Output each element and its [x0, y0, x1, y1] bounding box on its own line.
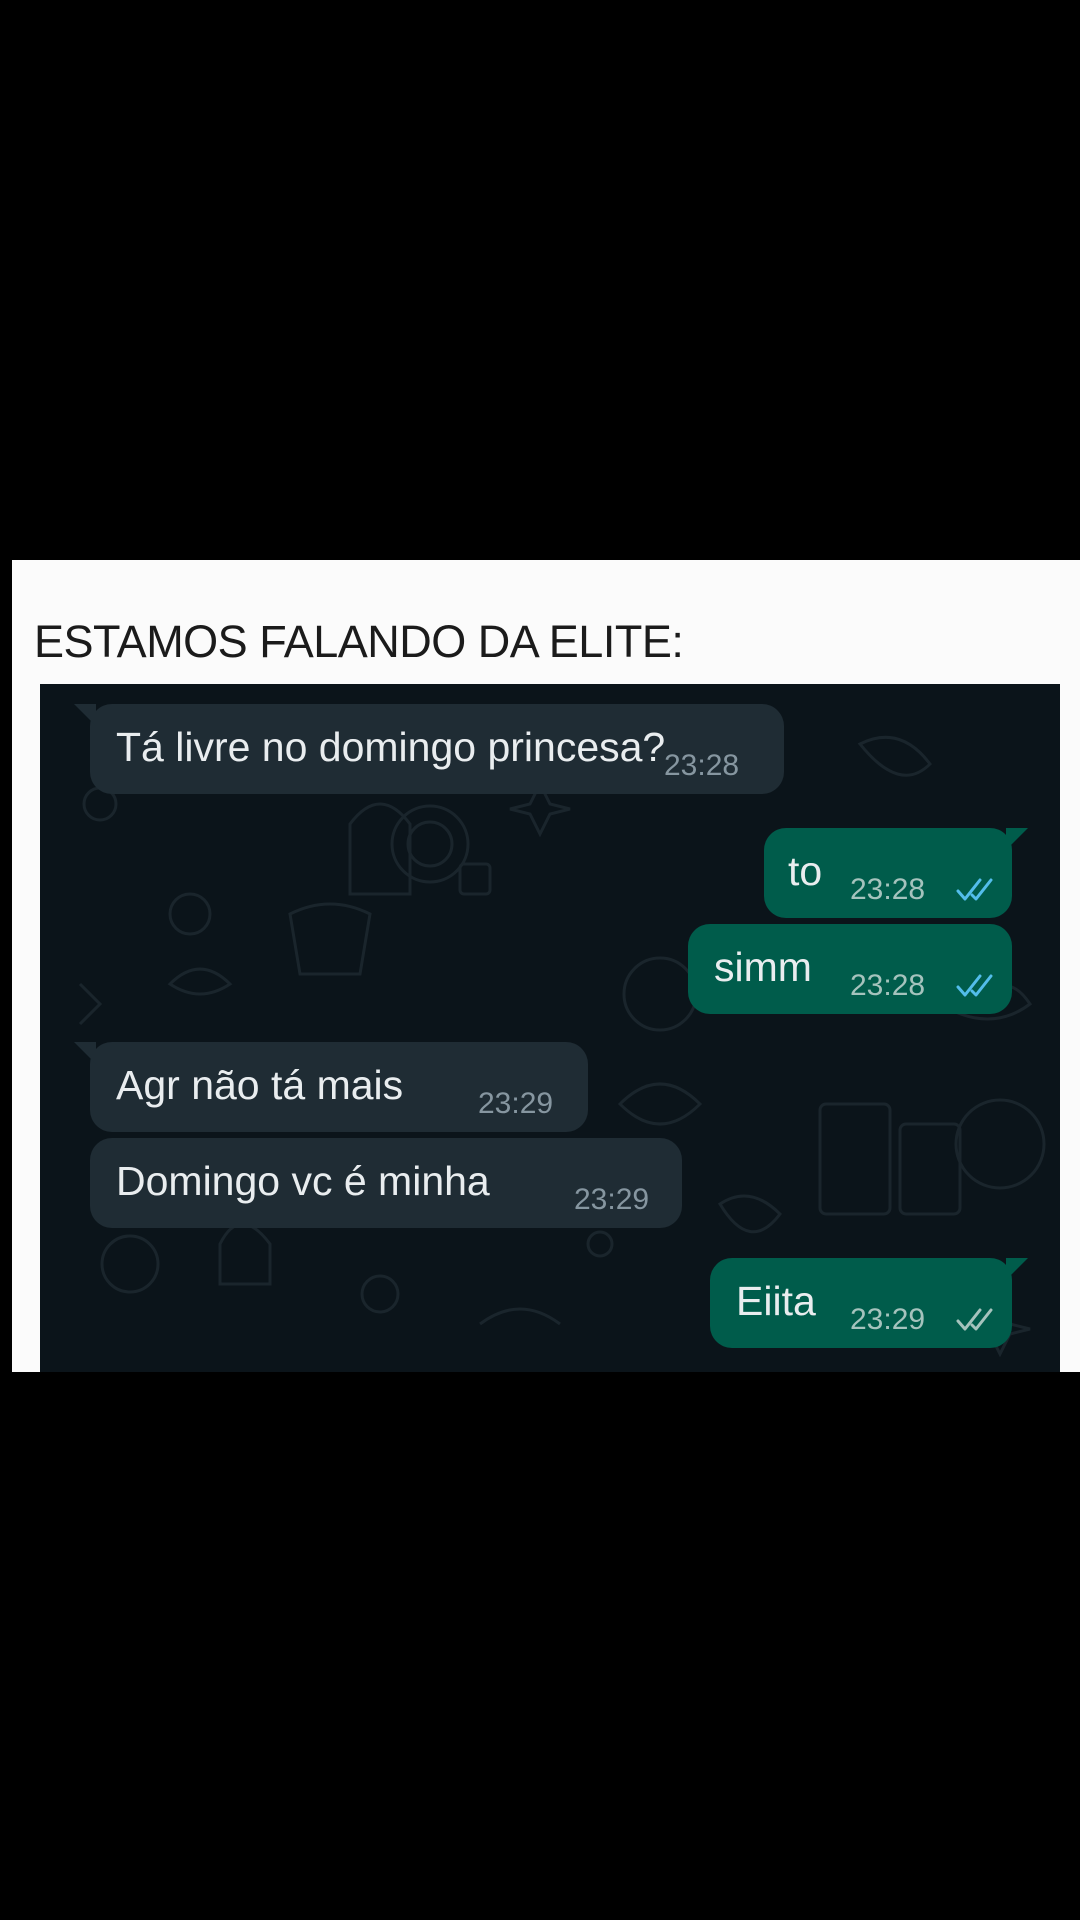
- post-card: ESTAMOS FALANDO DA ELITE: Tá livre no do…: [12, 560, 1080, 1372]
- message-time: 23:28: [850, 873, 926, 906]
- message-time: 23:29: [574, 1183, 650, 1216]
- post-caption: ESTAMOS FALANDO DA ELITE:: [34, 616, 684, 667]
- message-text: Tá livre no domingo princesa?: [116, 724, 666, 770]
- chat-screenshot: Tá livre no domingo princesa? 23:28 to 2…: [40, 684, 1060, 1372]
- message-time: 23:29: [850, 1303, 926, 1336]
- message-time: 23:28: [850, 969, 926, 1002]
- incoming-message[interactable]: Domingo vc é minha 23:29: [90, 1138, 682, 1228]
- outgoing-message[interactable]: to 23:28: [764, 828, 1028, 918]
- outgoing-message[interactable]: simm 23:28: [688, 924, 1012, 1014]
- message-text: Agr não tá mais: [116, 1062, 404, 1108]
- message-time: 23:28: [664, 749, 740, 782]
- message-text: Eiita: [736, 1278, 816, 1324]
- message-text: simm: [714, 944, 812, 990]
- message-text: Domingo vc é minha: [116, 1158, 490, 1204]
- incoming-message[interactable]: Tá livre no domingo princesa? 23:28: [74, 704, 784, 794]
- message-text: to: [788, 848, 823, 894]
- message-time: 23:29: [478, 1087, 554, 1120]
- bubble-tail: [74, 704, 96, 726]
- bubble-tail: [74, 1042, 96, 1064]
- double-check-icon: [956, 1308, 993, 1331]
- outgoing-message[interactable]: Eiita 23:29: [710, 1258, 1028, 1348]
- incoming-message[interactable]: Agr não tá mais 23:29: [74, 1042, 588, 1132]
- double-check-icon: [956, 974, 993, 997]
- bubble-tail: [1006, 828, 1028, 850]
- bubble-tail: [1006, 1258, 1028, 1280]
- double-check-icon: [956, 878, 993, 901]
